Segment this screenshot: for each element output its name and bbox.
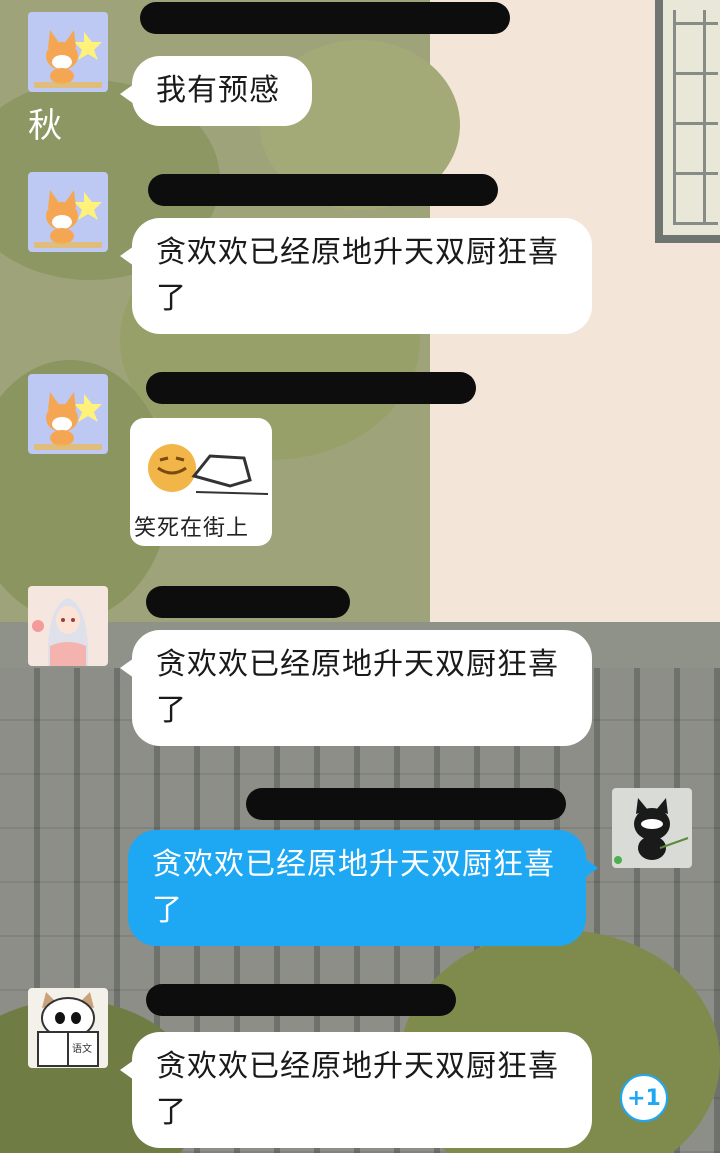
plus-one-label: +1 [627, 1085, 661, 1111]
anime-girl-icon [28, 586, 108, 666]
anime-girl-avatar[interactable] [28, 586, 108, 666]
black-cat-icon [612, 788, 692, 868]
background-window [655, 0, 720, 243]
fox-icon [28, 374, 108, 454]
cat-reading-avatar[interactable]: 语文 [28, 988, 108, 1068]
message-text: 贪欢欢已经原地升天双厨狂喜了 [152, 847, 555, 928]
message-bubble[interactable]: 贪欢欢已经原地升天双厨狂喜了 [120, 630, 592, 746]
redacted-sender-name [146, 984, 456, 1016]
message-text: 贪欢欢已经原地升天双厨狂喜了 [156, 235, 559, 316]
sticker-message[interactable]: 笑死在街上 [130, 418, 272, 546]
message-text: 我有预感 [156, 73, 280, 108]
message-text: 贪欢欢已经原地升天双厨狂喜了 [156, 1049, 559, 1130]
redacted-sender-name [146, 372, 476, 404]
chat-background [0, 0, 720, 1153]
redacted-sender-name [148, 174, 498, 206]
fox-icon [28, 172, 108, 252]
plus-one-button[interactable]: +1 [620, 1074, 668, 1122]
avatar-tag-text: 秋 [28, 106, 62, 146]
fox-icon [28, 12, 108, 92]
book-label: 语文 [72, 1042, 92, 1055]
self-message-bubble[interactable]: 贪欢欢已经原地升天双厨狂喜了 [128, 830, 598, 946]
sticker-caption: 笑死在街上 [134, 516, 250, 541]
redacted-sender-name [140, 2, 510, 34]
laughing-face-sticker-icon [148, 444, 269, 495]
black-cat-avatar[interactable] [612, 788, 692, 868]
redacted-sender-name [146, 586, 350, 618]
redacted-sender-name [246, 788, 566, 820]
fox-avatar[interactable] [28, 12, 108, 92]
fox-avatar[interactable] [28, 374, 108, 454]
message-bubble[interactable]: 贪欢欢已经原地升天双厨狂喜了 [120, 1032, 592, 1148]
message-bubble[interactable]: 我有预感 [120, 56, 312, 126]
message-text: 贪欢欢已经原地升天双厨狂喜了 [156, 647, 559, 728]
message-bubble[interactable]: 贪欢欢已经原地升天双厨狂喜了 [120, 218, 592, 334]
cat-reading-book-icon: 语文 [28, 988, 108, 1068]
fox-avatar[interactable] [28, 172, 108, 252]
